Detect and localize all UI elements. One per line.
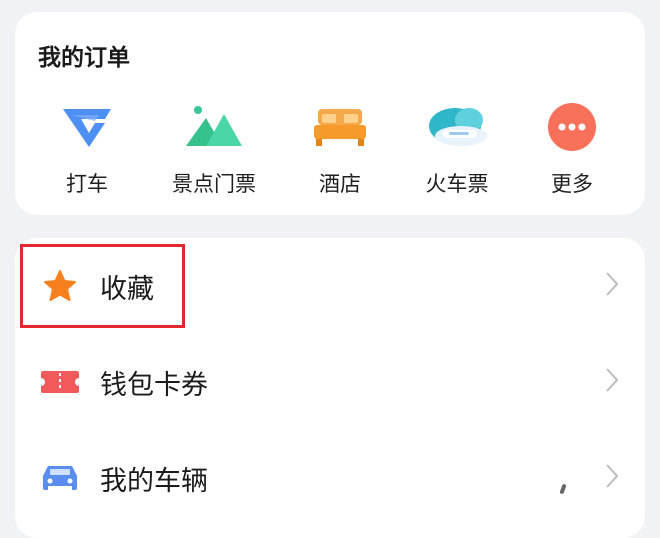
- service-hotel[interactable]: 酒店: [285, 102, 395, 198]
- service-label: 景点门票: [172, 172, 256, 196]
- ticket-icon: [40, 364, 80, 400]
- taxi-logo-icon: [32, 102, 142, 152]
- menu-item-label: 钱包卡券: [100, 370, 208, 401]
- car-icon: [40, 460, 80, 496]
- service-more[interactable]: 更多: [517, 102, 627, 198]
- orders-title: 我的订单: [38, 45, 130, 71]
- service-label: 打车: [66, 172, 108, 196]
- service-scenic-tickets[interactable]: 景点门票: [159, 102, 269, 198]
- menu-item-label: 我的车辆: [100, 466, 208, 497]
- more-dots-icon: [517, 102, 627, 152]
- chevron-right-icon: [605, 463, 619, 493]
- menu-item-my-vehicles[interactable]: 我的车辆: [15, 430, 645, 526]
- service-train-tickets[interactable]: 火车票: [402, 102, 512, 198]
- mountain-icon: [159, 102, 269, 152]
- service-taxi[interactable]: 打车: [32, 102, 142, 198]
- bed-icon: [285, 102, 395, 152]
- service-label: 酒店: [319, 172, 361, 196]
- service-label: 更多: [551, 172, 593, 196]
- chevron-right-icon: [605, 367, 619, 397]
- highlight-box: [20, 244, 185, 328]
- service-label: 火车票: [425, 172, 489, 196]
- train-cloud-icon: [402, 102, 512, 152]
- menu-item-wallet-coupons[interactable]: 钱包卡券: [15, 334, 645, 430]
- chevron-right-icon: [605, 271, 619, 301]
- my-orders-card: 我的订单 打车 景点门票 酒店 火车票 更多: [15, 12, 645, 215]
